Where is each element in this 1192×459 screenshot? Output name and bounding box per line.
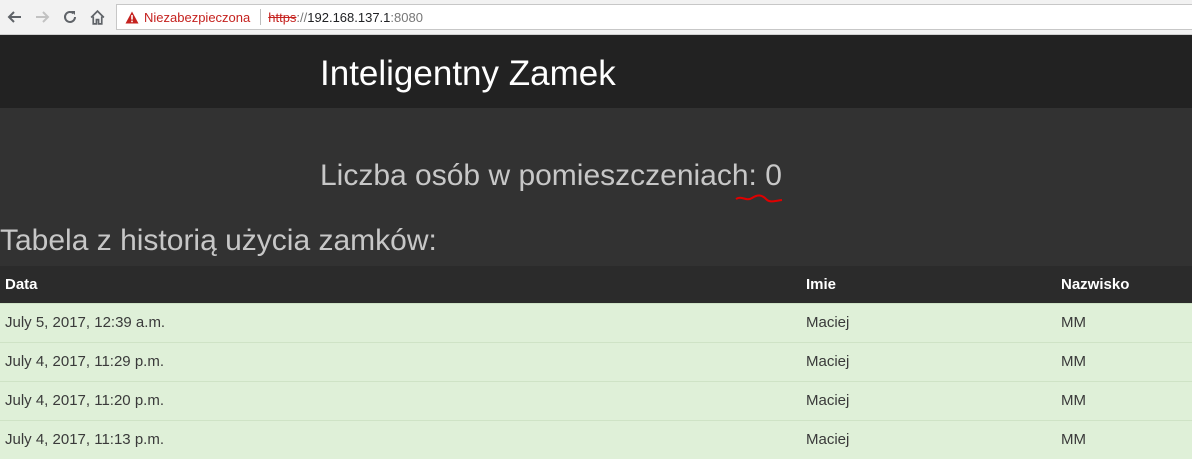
cell-data: July 4, 2017, 11:20 p.m. [0,380,801,420]
cell-imie: Maciej [801,380,1056,420]
red-underline-annotation [735,194,783,203]
table-row: July 4, 2017, 11:20 p.m. Maciej MM [0,380,1192,420]
table-row: July 4, 2017, 11:13 p.m. Maciej MM [0,419,1192,459]
forward-arrow-icon [36,11,50,23]
cell-nazwisko: MM [1056,380,1192,420]
back-arrow-icon [7,11,21,23]
address-bar[interactable]: Niezabezpieczona https://192.168.137.1:8… [116,4,1192,30]
security-status-label[interactable]: Niezabezpieczona [144,10,250,25]
cell-nazwisko: MM [1056,419,1192,459]
url-separator: :// [296,9,308,25]
cell-nazwisko: MM [1056,302,1192,342]
column-header-data: Data [0,266,801,303]
cell-data: July 4, 2017, 11:29 p.m. [0,341,801,381]
home-button[interactable] [86,6,108,28]
cell-imie: Maciej [801,302,1056,342]
column-header-nazwisko: Nazwisko [1056,266,1192,303]
table-row: July 5, 2017, 12:39 a.m. Maciej MM [0,302,1192,342]
cell-data: July 5, 2017, 12:39 a.m. [0,302,801,342]
home-icon [90,9,104,25]
cell-imie: Maciej [801,419,1056,459]
warning-triangle-icon[interactable] [125,11,139,24]
people-count: Liczba osób w pomieszczeniach: 0 [320,158,782,194]
people-count-value: 0 [765,159,782,192]
cell-nazwisko: MM [1056,341,1192,381]
browser-toolbar: Niezabezpieczona https://192.168.137.1:8… [0,0,1192,35]
url-scheme: https [268,9,297,25]
lock-history-table: Data Imie Nazwisko July 5, 2017, 12:39 a… [0,266,1192,459]
url-port: :8080 [390,9,423,25]
table-row: July 4, 2017, 11:29 p.m. Maciej MM [0,341,1192,381]
people-count-label: Liczba osób w pomieszczeniach: [320,159,757,192]
page-header: Inteligentny Zamek [0,35,1192,108]
url-host: 192.168.137.1 [307,9,391,25]
omnibox-divider [260,9,262,25]
cell-data: July 4, 2017, 11:13 p.m. [0,419,801,459]
column-header-imie: Imie [801,266,1056,303]
reload-icon [64,10,76,23]
back-button[interactable] [4,6,26,28]
reload-button[interactable] [59,6,81,28]
table-heading: Tabela z historią użycia zamków: [0,224,437,257]
forward-button[interactable] [31,6,53,28]
table-header-row: Data Imie Nazwisko [0,266,1192,303]
page-title: Inteligentny Zamek [320,54,616,93]
cell-imie: Maciej [801,341,1056,381]
